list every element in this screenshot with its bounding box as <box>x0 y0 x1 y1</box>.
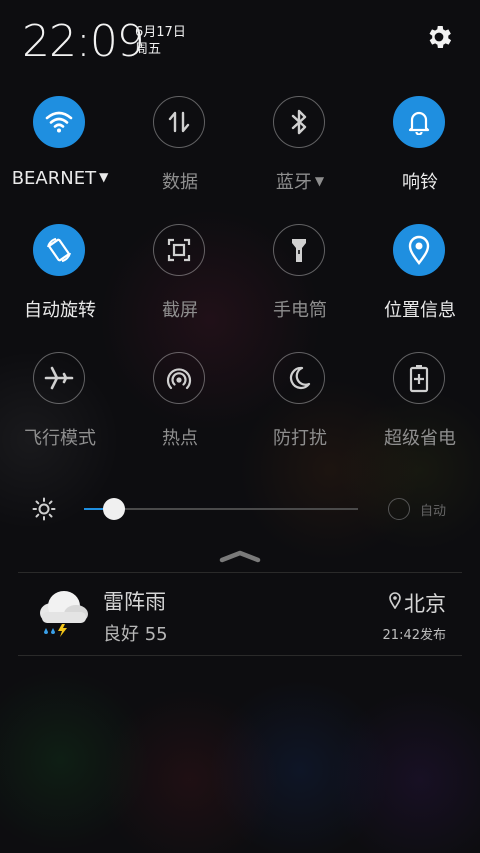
tile-mobile-data[interactable]: 数据 <box>120 96 240 206</box>
tile-mobile-data-label: 数据 <box>162 172 198 193</box>
tile-flashlight[interactable]: 手电筒 <box>240 224 360 334</box>
flashlight-icon <box>292 239 306 262</box>
date-block: 6月17日 周五 <box>135 24 186 58</box>
clock-time: 22:09 <box>22 16 145 67</box>
battery-saver-icon <box>409 365 429 393</box>
tile-flashlight-label: 手电筒 <box>273 300 327 321</box>
weather-divider-bottom <box>18 655 462 656</box>
brightness-slider[interactable] <box>84 498 358 520</box>
tile-do-not-disturb[interactable]: 防打扰 <box>240 352 360 462</box>
tile-do-not-disturb-circle[interactable] <box>273 352 325 404</box>
tile-ringer[interactable]: 响铃 <box>360 96 480 206</box>
location-pin-icon <box>388 591 402 610</box>
hotspot-icon <box>166 368 192 390</box>
tile-ringer-label: 响铃 <box>402 172 438 193</box>
tile-location-label: 位置信息 <box>384 300 456 321</box>
date-text: 6月17日 <box>135 25 186 40</box>
chevron-up-icon <box>219 550 261 563</box>
weather-published-time: 21:42发布 <box>382 628 446 643</box>
tile-battery-saver-circle[interactable] <box>393 352 445 404</box>
tile-airplane-circle[interactable] <box>33 352 85 404</box>
weather-divider-top <box>18 572 462 573</box>
tile-airplane[interactable]: 飞行模式 <box>0 352 120 462</box>
tile-mobile-data-circle[interactable] <box>153 96 205 148</box>
brightness-slider-thumb[interactable] <box>103 498 126 520</box>
tile-hotspot-label: 热点 <box>162 428 198 449</box>
tile-auto-rotate-label: 自动旋转 <box>24 300 96 321</box>
tile-airplane-label: 飞行模式 <box>24 428 96 449</box>
bluetooth-label-text: 蓝牙 <box>275 172 312 193</box>
tile-bluetooth-label: 蓝牙 ▼ <box>240 168 360 194</box>
tile-ringer-circle[interactable] <box>393 96 445 148</box>
tile-do-not-disturb-label: 防打扰 <box>273 428 327 449</box>
tile-screenshot-label: 截屏 <box>162 300 198 321</box>
screenshot-icon <box>167 238 191 262</box>
tile-hotspot-circle[interactable] <box>153 352 205 404</box>
weekday-text: 周五 <box>135 42 162 57</box>
tile-location[interactable]: 位置信息 <box>360 224 480 334</box>
tile-hotspot[interactable]: 热点 <box>120 352 240 462</box>
air-quality: 良好 55 <box>103 624 168 645</box>
caret-down-icon[interactable]: ▼ <box>99 170 108 184</box>
collapse-handle[interactable] <box>218 548 262 564</box>
wifi-icon <box>45 111 73 133</box>
tile-location-circle[interactable] <box>393 224 445 276</box>
settings-button[interactable] <box>424 22 454 52</box>
tile-auto-rotate-circle[interactable] <box>33 224 85 276</box>
mobile-data-icon <box>168 111 190 133</box>
location-icon <box>408 235 430 265</box>
weather-city: 北京 <box>404 592 446 616</box>
tile-wifi-circle[interactable] <box>33 96 85 148</box>
tile-battery-saver-label: 超级省电 <box>384 428 456 449</box>
bell-icon <box>408 111 430 135</box>
tile-auto-rotate[interactable]: 自动旋转 <box>0 224 120 334</box>
thunderstorm-icon <box>32 586 90 638</box>
tile-bluetooth-circle[interactable] <box>273 96 325 148</box>
tile-wifi-label: BEARNET ▼ <box>0 168 120 189</box>
tile-screenshot-circle[interactable] <box>153 224 205 276</box>
tile-screenshot[interactable]: 截屏 <box>120 224 240 334</box>
weather-condition: 雷阵雨 <box>103 590 166 614</box>
airplane-icon <box>44 366 74 390</box>
tile-battery-saver[interactable]: 超级省电 <box>360 352 480 462</box>
wifi-network-name: BEARNET <box>11 168 97 189</box>
caret-down-icon[interactable]: ▼ <box>315 174 324 188</box>
gear-icon <box>429 26 452 48</box>
auto-brightness-checkbox[interactable] <box>388 498 410 520</box>
bluetooth-icon <box>291 109 307 135</box>
notification-shade: 22:09 6月17日 周五 BEARNET ▼ 数据 蓝牙 ▼ 响铃 自动旋转… <box>0 0 480 853</box>
tile-bluetooth[interactable]: 蓝牙 ▼ <box>240 96 360 206</box>
brightness-icon <box>32 497 56 521</box>
moon-icon <box>289 366 311 389</box>
tile-flashlight-circle[interactable] <box>273 224 325 276</box>
auto-brightness-label: 自动 <box>420 504 447 519</box>
tile-wifi[interactable]: BEARNET ▼ <box>0 96 120 206</box>
auto-rotate-icon <box>47 237 71 263</box>
